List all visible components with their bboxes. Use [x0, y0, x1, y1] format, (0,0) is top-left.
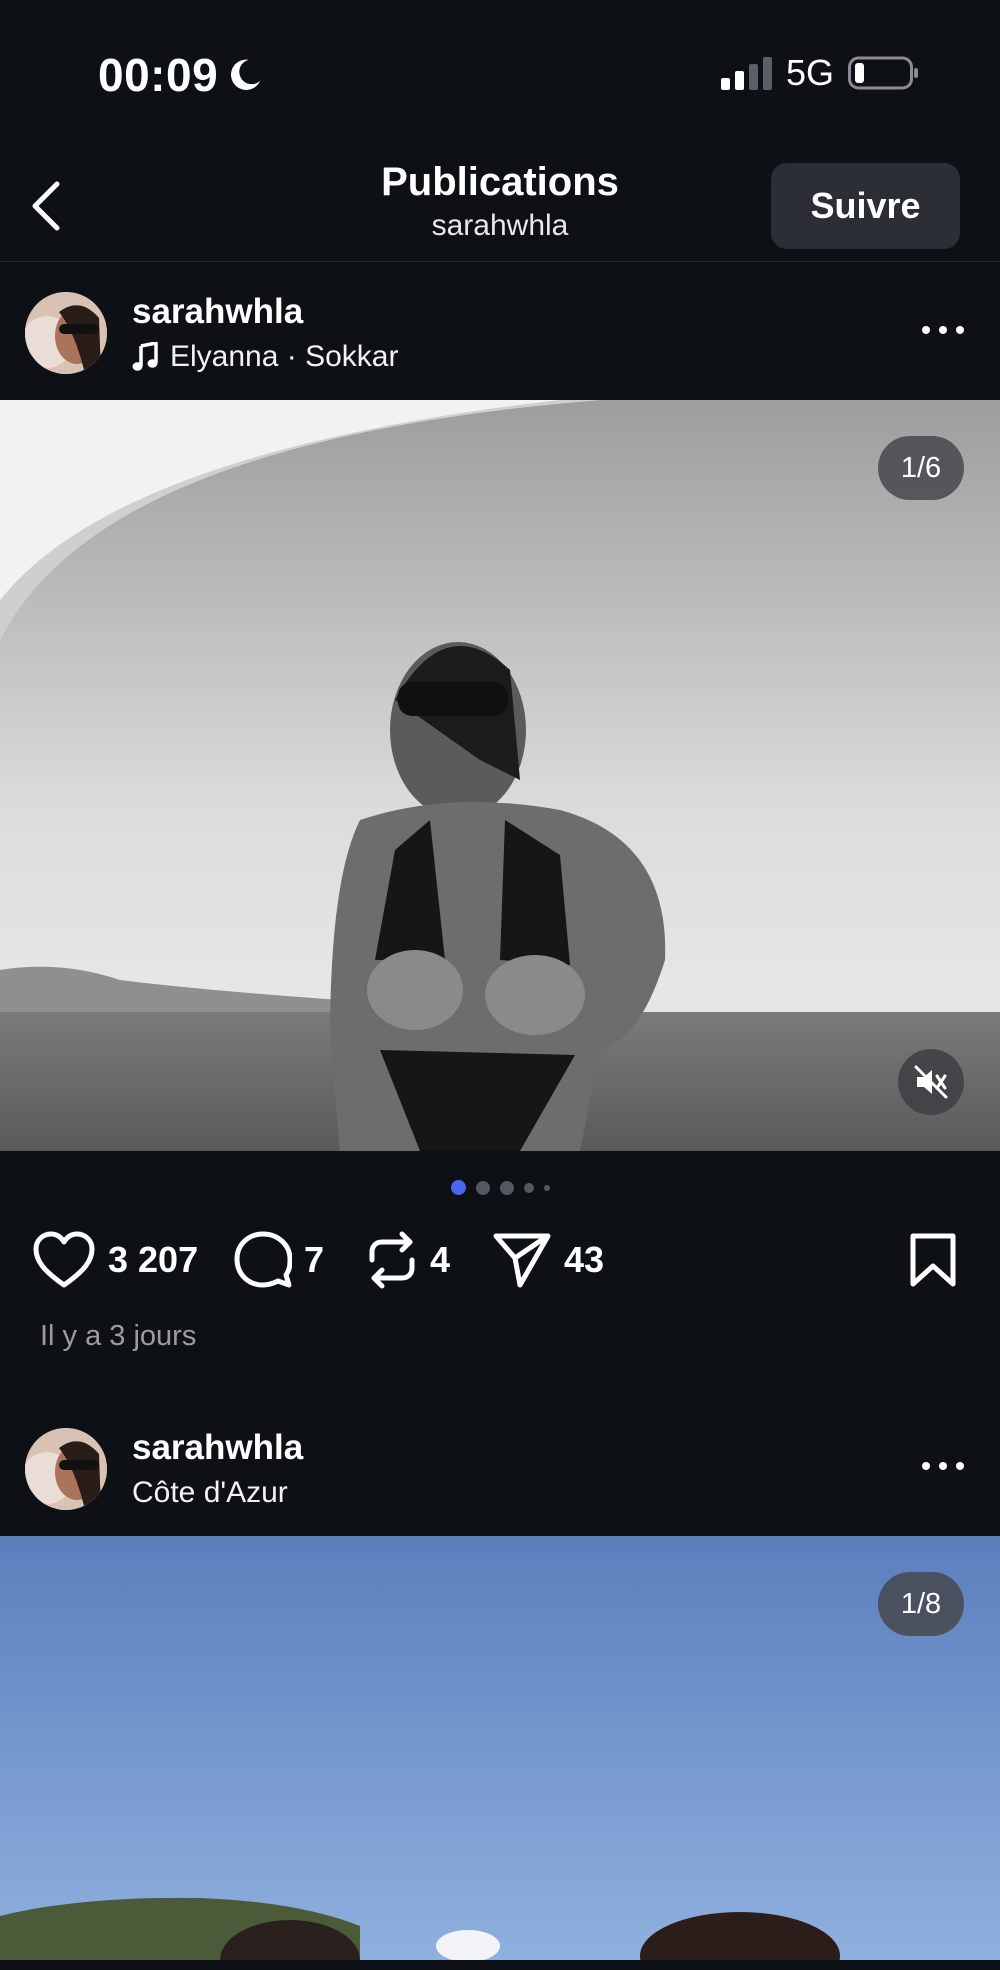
repost-count: 4 [430, 1239, 451, 1280]
paper-plane-icon [493, 1233, 551, 1288]
comment-count: 7 [304, 1239, 325, 1280]
like-button[interactable]: 3 207 [32, 1222, 198, 1298]
post-media[interactable]: 1/8 [0, 1536, 1000, 1960]
bookmark-icon [910, 1233, 956, 1287]
more-dot [939, 1462, 947, 1470]
media-counter-badge: 1/6 [878, 436, 964, 500]
post-photo [0, 400, 1000, 1151]
carousel-dot [523, 1182, 534, 1193]
cellular-signal-icon [720, 56, 772, 90]
moon-icon [231, 59, 261, 90]
post-actions: 3 207 7 4 43 [0, 1222, 1000, 1298]
avatar-image [25, 292, 107, 374]
avatar[interactable] [25, 1428, 107, 1510]
more-options-button[interactable] [918, 1446, 968, 1486]
follow-button[interactable]: Suivre [771, 163, 960, 249]
post-username[interactable]: sarahwhla [132, 1428, 303, 1468]
save-button[interactable] [908, 1222, 958, 1298]
repost-button[interactable]: 4 [366, 1222, 450, 1298]
more-dot [956, 1462, 964, 1470]
post-location[interactable]: Côte d'Azur [132, 1476, 288, 1510]
more-dot [922, 1462, 930, 1470]
battery-icon [848, 56, 918, 90]
share-button[interactable]: 43 [492, 1222, 604, 1298]
avatar-image [25, 1428, 107, 1510]
share-count: 43 [564, 1239, 605, 1280]
music-note-icon [132, 342, 158, 371]
post-audio[interactable]: Elyanna · Sokkar [132, 340, 398, 374]
post-header: sarahwhla Elyanna · Sokkar [0, 262, 1000, 400]
post-username[interactable]: sarahwhla [132, 292, 303, 332]
network-type: 5G [785, 52, 834, 93]
status-time: 00:09 [98, 49, 219, 101]
media-counter-badge: 1/8 [878, 1572, 964, 1636]
more-dot [922, 326, 930, 334]
carousel-indicator [0, 1180, 1000, 1195]
mute-button[interactable] [898, 1049, 964, 1115]
chevron-left-icon [32, 181, 60, 231]
more-dot [939, 326, 947, 334]
page-header: Publications sarahwhla Suivre [0, 150, 1000, 262]
more-dot [956, 326, 964, 334]
heart-icon [33, 1231, 95, 1288]
post-location-label: Côte d'Azur [132, 1476, 288, 1509]
comment-bubble-icon [234, 1231, 292, 1288]
more-options-button[interactable] [918, 310, 968, 350]
carousel-dot [499, 1180, 514, 1195]
comment-button[interactable]: 7 [234, 1222, 324, 1298]
post-audio-label: Elyanna · Sokkar [170, 340, 399, 373]
carousel-dot [543, 1184, 550, 1191]
post-photo [0, 1536, 1000, 1960]
post-timestamp: Il y a 3 jours [40, 1320, 197, 1352]
avatar[interactable] [25, 292, 107, 374]
repost-icon [369, 1231, 415, 1289]
carousel-dot [475, 1180, 490, 1195]
like-count: 3 207 [108, 1239, 199, 1280]
back-button[interactable] [18, 176, 74, 236]
carousel-dot-active [450, 1180, 466, 1195]
status-bar: 00:09 5G [0, 0, 1000, 150]
post-media[interactable]: 1/6 [0, 400, 1000, 1151]
post-header: sarahwhla Côte d'Azur [0, 1398, 1000, 1536]
speaker-muted-icon [914, 1065, 948, 1099]
